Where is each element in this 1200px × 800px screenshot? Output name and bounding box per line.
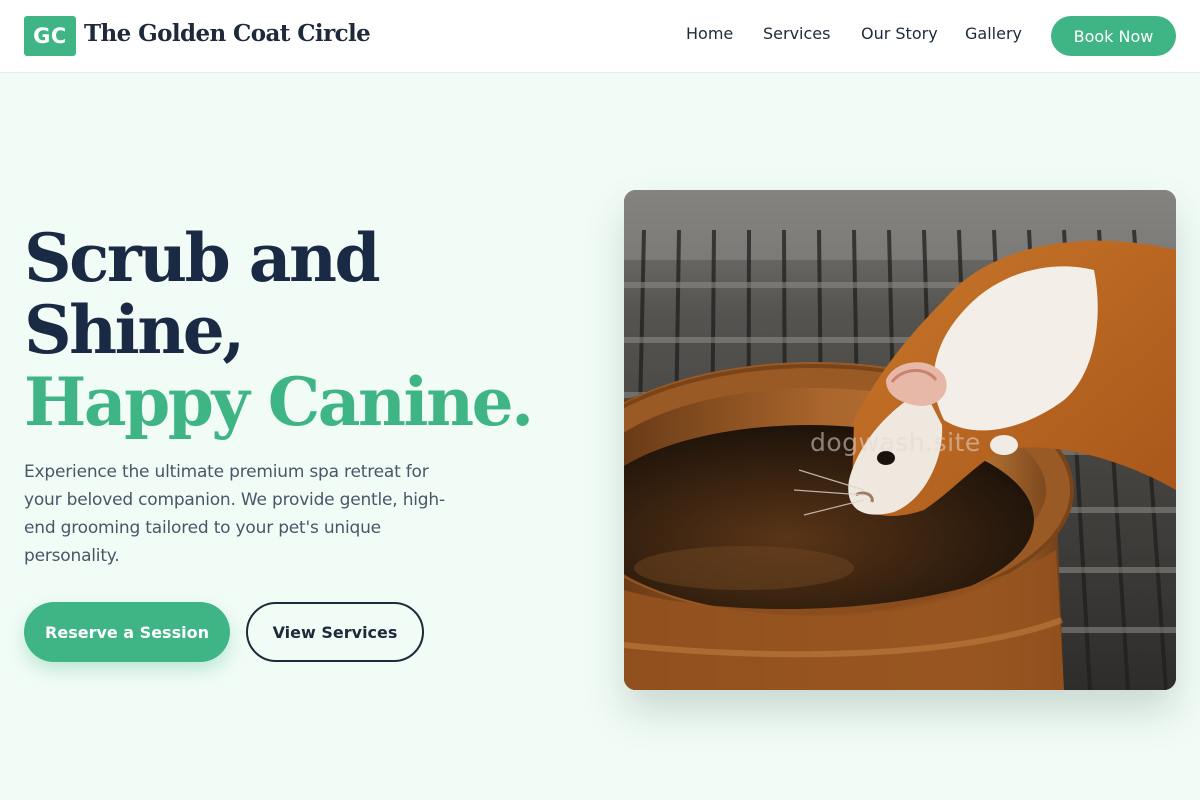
nav-link-home[interactable]: Home	[686, 24, 733, 43]
logo-badge[interactable]: GC	[24, 16, 76, 56]
image-watermark: dogwash.site	[810, 428, 981, 457]
hero-title-accent: Happy Canine.	[24, 363, 534, 441]
hero-description: Experience the ultimate premium spa retr…	[24, 462, 445, 566]
nav-link-gallery[interactable]: Gallery	[965, 24, 1022, 43]
hero-title-line-2: Shine,	[24, 291, 245, 369]
hero-photo: dogwash.site	[624, 190, 1176, 690]
nav-link-our-story[interactable]: Our Story	[861, 24, 938, 43]
reserve-session-button[interactable]: Reserve a Session	[24, 602, 230, 662]
hero-title-line-1: Scrub and	[24, 219, 381, 297]
site-header: GC The Golden Coat Circle Home Services …	[0, 0, 1200, 73]
book-now-button[interactable]: Book Now	[1051, 16, 1176, 56]
nav-link-services[interactable]: Services	[763, 24, 830, 43]
view-services-button[interactable]: View Services	[246, 602, 424, 662]
brand-name[interactable]: The Golden Coat Circle	[84, 20, 371, 47]
